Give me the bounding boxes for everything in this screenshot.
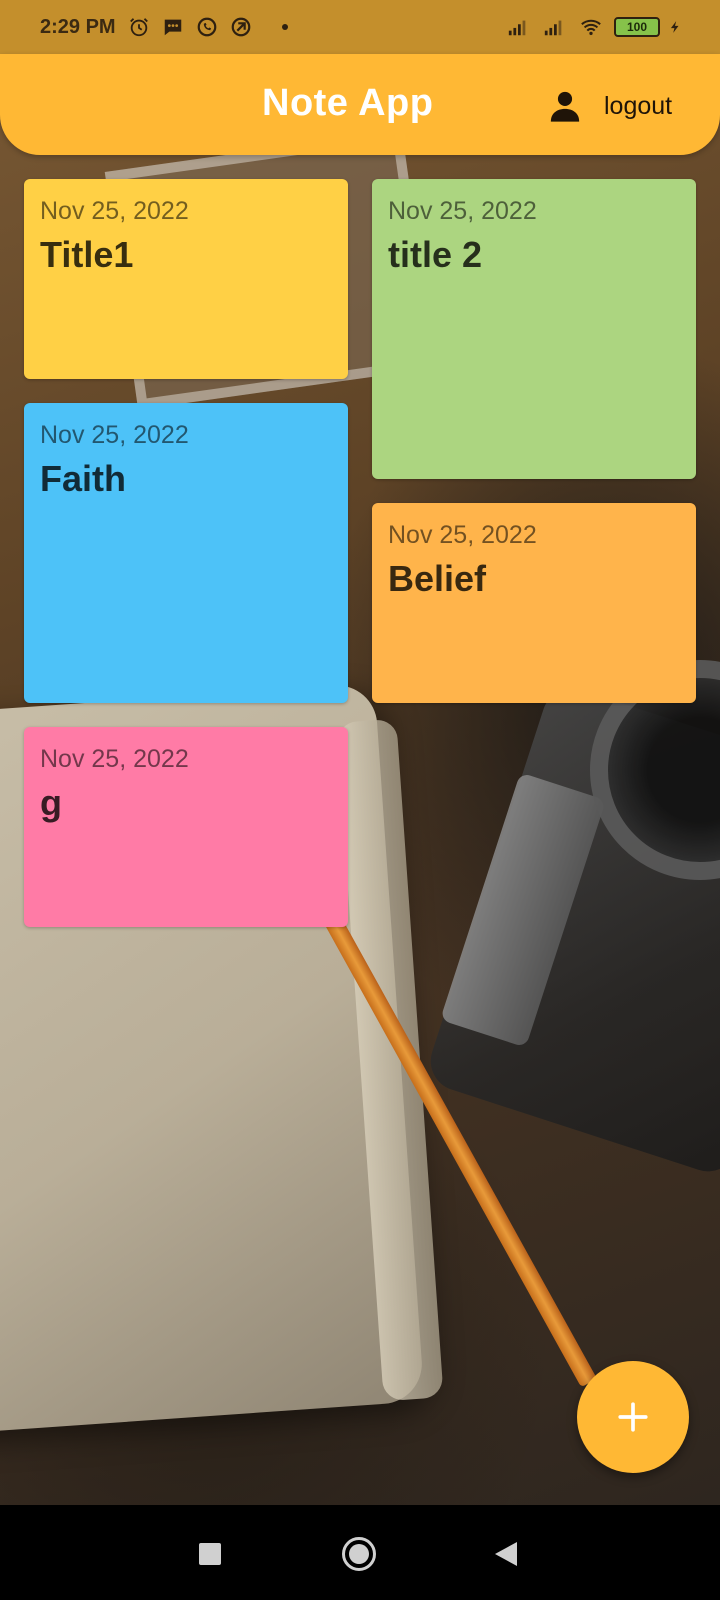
wifi-icon: [581, 19, 601, 36]
circle-icon: [342, 1537, 376, 1571]
plus-icon: [618, 1402, 648, 1432]
note-date: Nov 25, 2022: [388, 197, 537, 225]
app-bar: Note App logout: [0, 54, 720, 155]
person-icon: [550, 91, 580, 122]
note-card[interactable]: Nov 25, 2022 Faith: [24, 403, 348, 703]
signal-icon: [508, 20, 526, 36]
home-button[interactable]: [341, 1536, 377, 1572]
note-date: Nov 25, 2022: [40, 745, 189, 773]
square-icon: [199, 1543, 221, 1565]
whatsapp-icon: [197, 17, 216, 37]
status-bar: 2:29 PM 100: [0, 0, 720, 54]
notification-dot-icon: [281, 24, 288, 30]
navigation-bar: [0, 1505, 720, 1600]
battery-icon: 100: [614, 17, 660, 37]
logout-label: logout: [604, 91, 673, 120]
signal-2-icon: [544, 20, 562, 36]
note-title: Title1: [40, 234, 134, 275]
back-triangle-icon: [495, 1542, 517, 1566]
note-title: Faith: [40, 458, 126, 499]
note-card[interactable]: Nov 25, 2022 title 2: [372, 179, 696, 479]
app-title: Note App: [262, 82, 434, 124]
add-note-button[interactable]: [577, 1361, 689, 1473]
back-button[interactable]: [493, 1540, 519, 1568]
note-card[interactable]: Nov 25, 2022 g: [24, 727, 348, 927]
note-card[interactable]: Nov 25, 2022 Belief: [372, 503, 696, 703]
status-time: 2:29 PM: [40, 15, 116, 38]
message-icon: [164, 19, 181, 36]
logout-button[interactable]: logout: [548, 84, 672, 128]
note-title: g: [40, 782, 62, 823]
note-date: Nov 25, 2022: [40, 197, 189, 225]
note-card[interactable]: Nov 25, 2022 Title1: [24, 179, 348, 379]
vpn-icon: [231, 17, 250, 37]
note-title: title 2: [388, 234, 483, 275]
note-date: Nov 25, 2022: [40, 421, 189, 449]
note-date: Nov 25, 2022: [388, 521, 537, 549]
alarm-icon: [129, 18, 148, 37]
recents-button[interactable]: [198, 1542, 222, 1566]
note-title: Belief: [388, 558, 487, 599]
charging-icon: [670, 21, 679, 33]
